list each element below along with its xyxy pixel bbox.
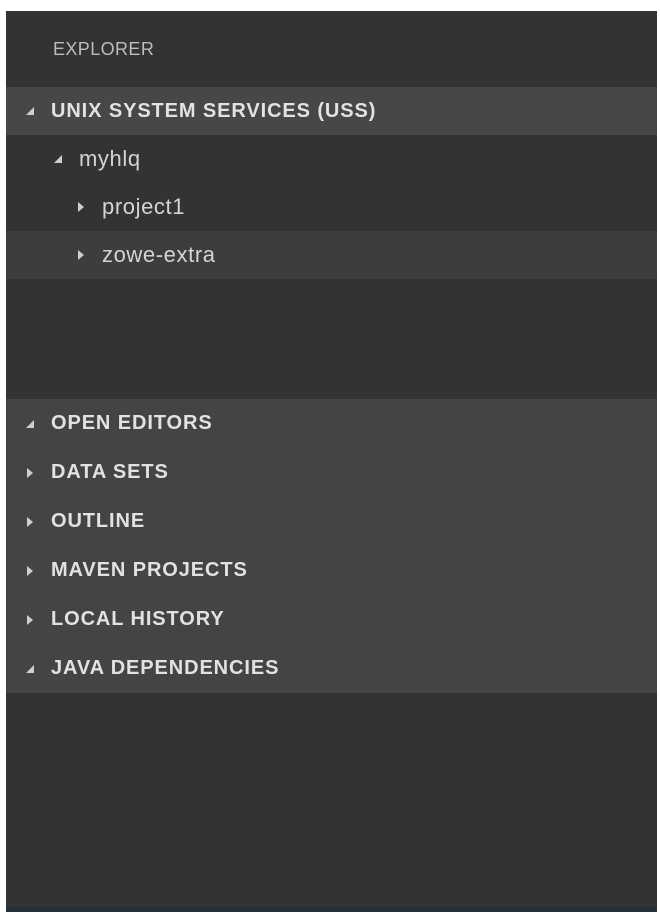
chevron-right-icon — [25, 565, 51, 577]
panel-headers: OPEN EDITORS DATA SETS OUTLINE MAVEN PRO… — [6, 399, 657, 693]
tree-item-zowe-extra[interactable]: zowe-extra — [6, 231, 657, 279]
panel-label: MAVEN PROJECTS — [51, 559, 248, 581]
tree-item-project1[interactable]: project1 — [6, 183, 657, 231]
uss-tree-empty-area — [6, 279, 657, 399]
explorer-sidebar: EXPLORER UNIX SYSTEM SERVICES (USS) myhl… — [6, 11, 657, 912]
panel-java-dependencies[interactable]: JAVA DEPENDENCIES — [6, 644, 657, 693]
panel-open-editors[interactable]: OPEN EDITORS — [6, 399, 657, 448]
status-bar-edge — [6, 907, 657, 912]
uss-section-header[interactable]: UNIX SYSTEM SERVICES (USS) — [6, 87, 657, 135]
tree-item-label: project1 — [102, 194, 186, 219]
panel-label: DATA SETS — [51, 461, 169, 483]
chevron-right-icon — [25, 467, 51, 479]
panel-label: JAVA DEPENDENCIES — [51, 657, 280, 679]
chevron-down-icon — [25, 664, 51, 674]
java-dependencies-empty-area — [6, 694, 657, 907]
chevron-right-icon — [76, 249, 102, 261]
uss-section-label: UNIX SYSTEM SERVICES (USS) — [51, 99, 377, 122]
chevron-right-icon — [76, 201, 102, 213]
panel-outline[interactable]: OUTLINE — [6, 497, 657, 546]
panel-label: OUTLINE — [51, 510, 146, 532]
explorer-title: EXPLORER — [53, 38, 155, 59]
panel-label: LOCAL HISTORY — [51, 608, 225, 630]
chevron-down-icon — [25, 419, 51, 429]
tree-item-myhlq[interactable]: myhlq — [6, 135, 657, 183]
panel-label: OPEN EDITORS — [51, 412, 213, 434]
tree-item-label: myhlq — [79, 146, 141, 171]
chevron-down-icon — [25, 106, 51, 116]
panel-data-sets[interactable]: DATA SETS — [6, 448, 657, 497]
panel-local-history[interactable]: LOCAL HISTORY — [6, 595, 657, 644]
chevron-right-icon — [25, 614, 51, 626]
tree-item-label: zowe-extra — [102, 242, 216, 267]
chevron-down-icon — [53, 154, 79, 164]
chevron-right-icon — [25, 516, 51, 528]
panel-maven-projects[interactable]: MAVEN PROJECTS — [6, 546, 657, 595]
